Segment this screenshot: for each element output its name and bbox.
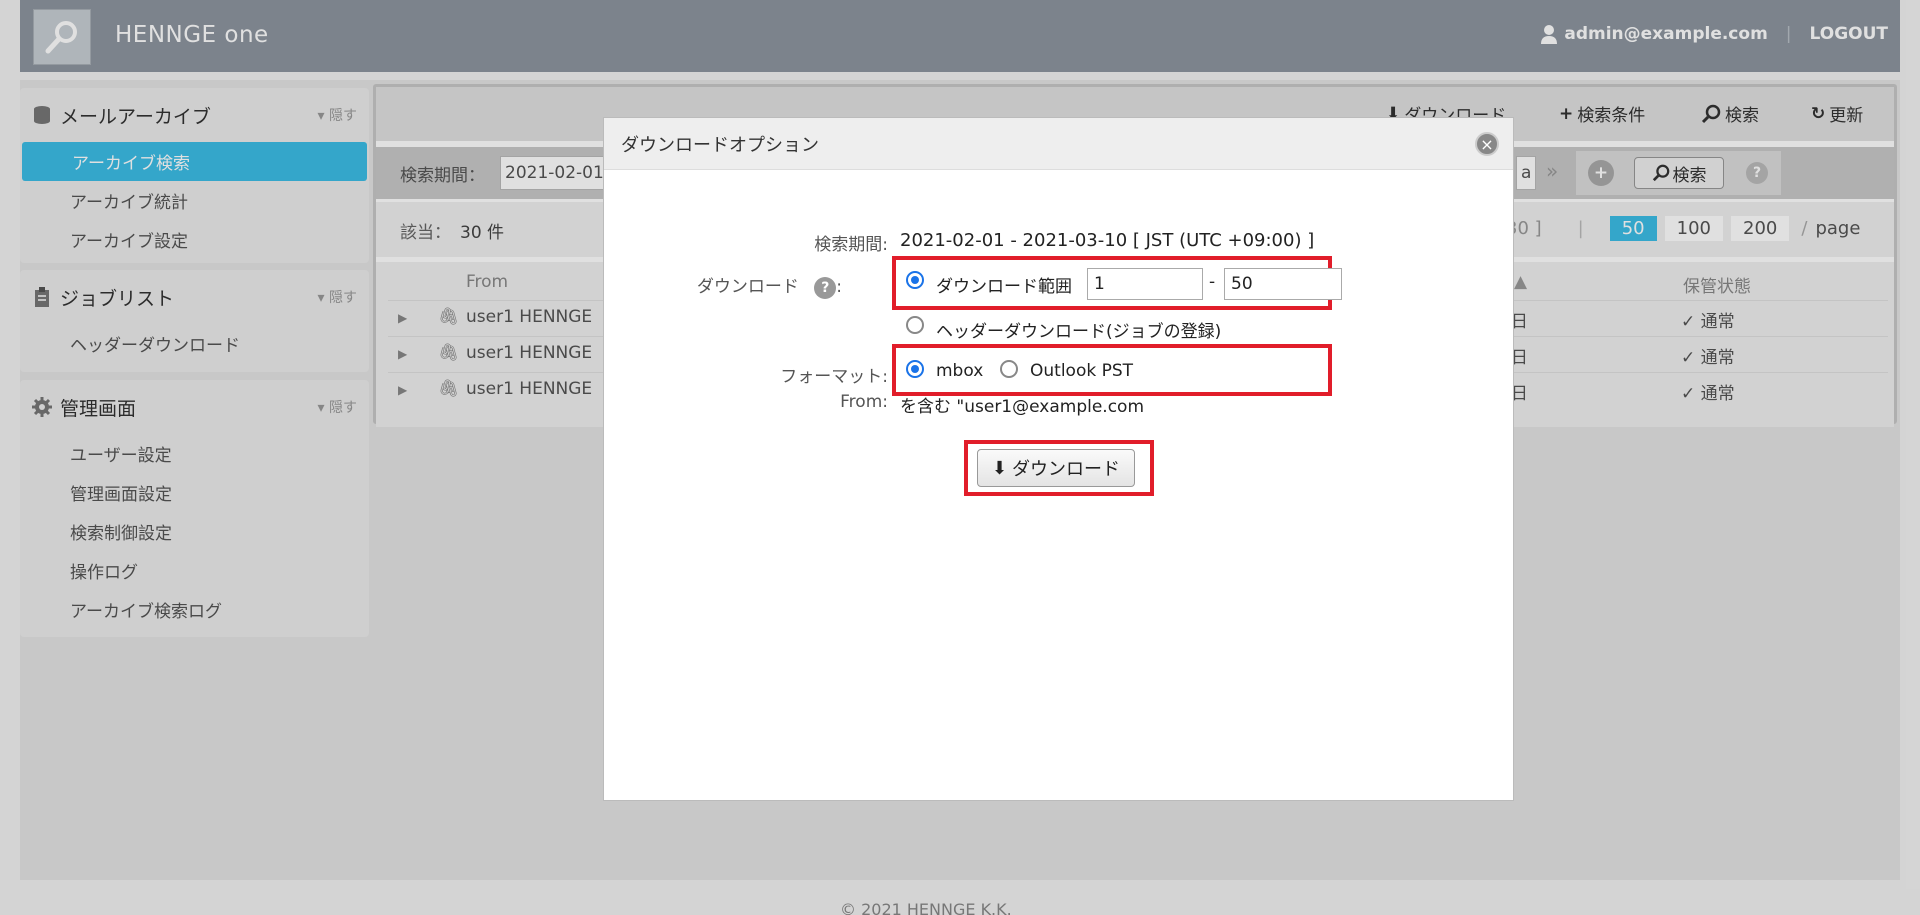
from-value: を含む "user1@example.com [900,397,1145,417]
modal-download-label: ダウンロード ?: [696,277,842,299]
help-icon[interactable]: ? [814,277,837,299]
modal-period-value: 2021-02-01 - 2021-03-10 [ JST (UTC +09:0… [900,230,1315,251]
format-pst-label: Outlook PST [1030,361,1134,381]
modal-header: ダウンロードオプション × [604,118,1513,170]
range-from-input[interactable] [1087,268,1203,300]
format-mbox-radio[interactable] [906,360,924,378]
download-icon: ⬇ [991,457,1008,479]
modal-download-button[interactable]: ⬇ ダウンロード [977,449,1135,487]
format-pst-radio[interactable] [1000,360,1018,378]
modal-period-label: 検索期間: [814,235,888,255]
modal-title: ダウンロードオプション [621,134,819,156]
range-separator: - [1209,272,1216,292]
header-download-radio[interactable] [906,316,924,334]
range-radio[interactable] [906,271,924,289]
range-to-input[interactable] [1224,268,1342,300]
from-label: From: [840,392,888,412]
format-mbox-label: mbox [936,361,984,381]
range-option-label: ダウンロード範囲 [936,277,1072,297]
format-label: フォーマット: [780,367,888,387]
download-options-modal: ダウンロードオプション × 検索期間: 2021-02-01 - 2021-03… [603,117,1514,801]
header-download-option-label: ヘッダーダウンロード(ジョブの登録) [936,322,1222,342]
close-icon[interactable]: × [1475,132,1499,156]
